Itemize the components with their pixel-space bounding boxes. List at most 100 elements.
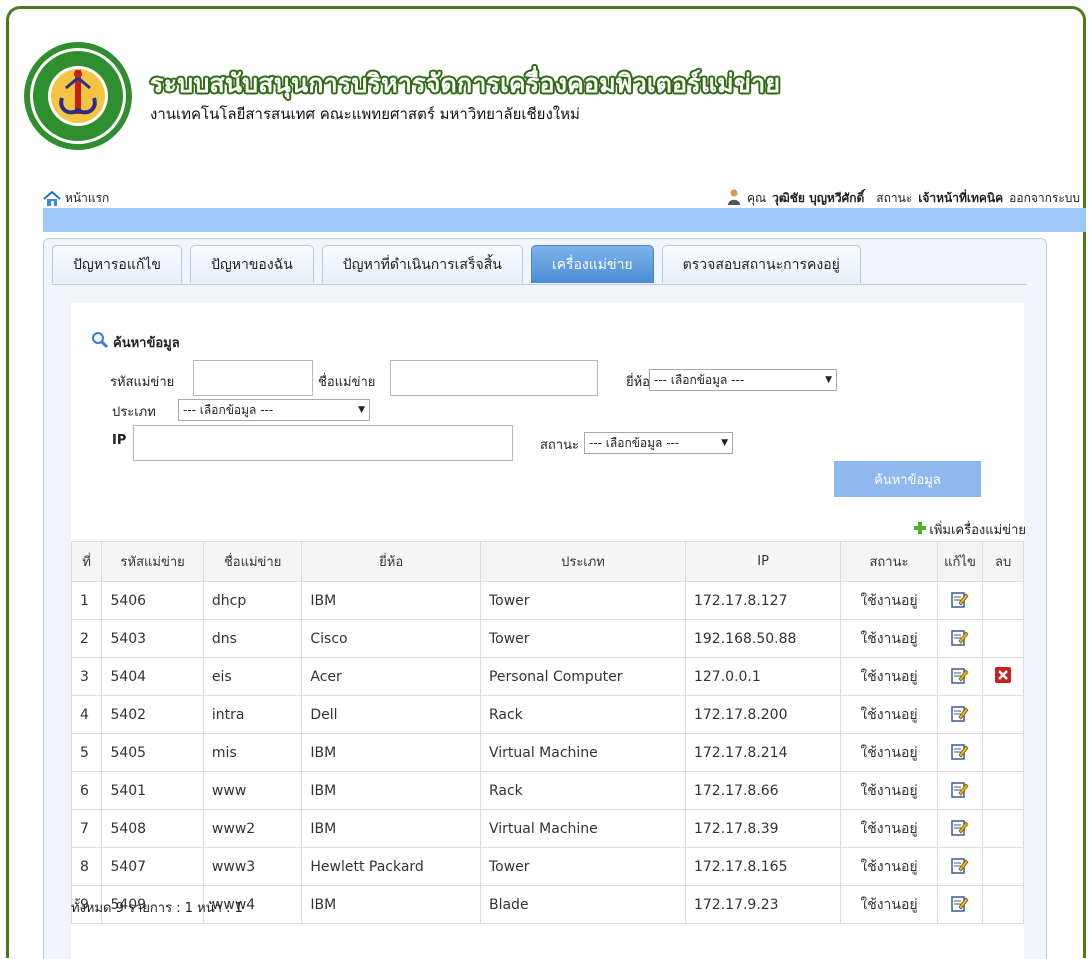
server-status: ใช้งานอยู่	[840, 695, 938, 734]
server-ip: 127.0.0.1	[684, 657, 842, 696]
server-brand: IBM	[301, 771, 481, 810]
edit-cell	[936, 771, 984, 810]
banner-bar	[43, 208, 1086, 232]
table-row: 2 5403 dns Cisco Tower 192.168.50.88 ใช้งานอยู…	[70, 619, 1024, 658]
status-select-value: --- เลือกข้อมูล ---	[589, 435, 680, 450]
tab-label: ปัญหารอแก้ไข	[73, 256, 161, 273]
server-content: ค้นหาข้อมูล รหัสแม่ข่าย ชื่อแม่ข่าย ยี่ห…	[70, 303, 1026, 959]
table-row: 6 5401 www IBM Rack 172.17.8.66 ใช้งานอยู่	[70, 771, 1024, 810]
server-status: ใช้งานอยู่	[840, 733, 938, 772]
add-server-label[interactable]: เพิ่มเครื่องแม่ข่าย	[929, 519, 1026, 540]
ip-input[interactable]	[133, 425, 513, 461]
user-prefix: คุณ	[746, 191, 767, 205]
edit-icon[interactable]	[951, 894, 969, 916]
server-ip: 172.17.8.39	[684, 809, 842, 848]
table-header-row: ที่ รหัสแม่ข่าย ชื่อแม่ข่าย ยี่ห้อ ประเภ…	[70, 541, 1024, 582]
server-name: www2	[202, 809, 303, 848]
server-name: dns	[202, 619, 303, 658]
col-code-header: รหัสแม่ข่าย	[101, 541, 204, 582]
delete-cell	[982, 695, 1024, 734]
server-code-input[interactable]	[193, 360, 313, 396]
server-ip: 192.168.50.88	[684, 619, 842, 658]
tab-my-problems[interactable]: ปัญหาของฉัน	[189, 245, 314, 283]
server-status: ใช้งานอยู่	[840, 581, 938, 620]
server-ip: 172.17.8.66	[684, 771, 842, 810]
server-status: ใช้งานอยู่	[840, 619, 938, 658]
status-select[interactable]: --- เลือกข้อมูล --- ▼	[584, 432, 733, 454]
table-row: 7 5408 www2 IBM Virtual Machine 172.17.8.39 ใช…	[70, 809, 1024, 848]
edit-icon[interactable]	[951, 704, 969, 726]
server-brand: IBM	[301, 885, 481, 924]
type-label: ประเภท	[112, 405, 156, 420]
server-code: 5403	[101, 619, 204, 658]
delete-cell	[982, 657, 1024, 696]
home-link[interactable]: หน้าแรก	[43, 189, 109, 208]
server-type: Tower	[479, 847, 686, 886]
server-ip: 172.17.8.200	[684, 695, 842, 734]
edit-cell	[936, 885, 984, 924]
server-name: intra	[202, 695, 303, 734]
edit-icon[interactable]	[951, 666, 969, 688]
delete-icon[interactable]	[994, 666, 1012, 688]
server-code-label: รหัสแม่ข่าย	[110, 375, 175, 390]
server-type: Rack	[479, 771, 686, 810]
row-no: 1	[70, 581, 103, 620]
server-code: 5407	[101, 847, 204, 886]
server-type: Virtual Machine	[479, 733, 686, 772]
edit-icon[interactable]	[951, 628, 969, 650]
delete-cell	[982, 581, 1024, 620]
edit-icon[interactable]	[951, 818, 969, 840]
col-edit-header: แก้ไข	[936, 541, 984, 582]
user-role: เจ้าหน้าที่เทคนิค	[918, 191, 1004, 205]
edit-icon[interactable]	[951, 742, 969, 764]
page-title: ระบบสนับสนุนการบริหารจัดการเครื่องคอมพิว…	[150, 69, 781, 98]
delete-cell	[982, 847, 1024, 886]
brand-select[interactable]: --- เลือกข้อมูล --- ▼	[649, 369, 837, 391]
delete-cell	[982, 619, 1024, 658]
col-no-header: ที่	[70, 541, 103, 582]
server-type: Blade	[479, 885, 686, 924]
server-code: 5402	[101, 695, 204, 734]
chevron-down-icon: ▼	[358, 405, 365, 415]
top-bar: หน้าแรก คุณ วุฒิชัย บุญหวีศักดิ์ สถานะ เ…	[43, 185, 1086, 207]
col-name-header: ชื่อแม่ข่าย	[202, 541, 303, 582]
logout-link[interactable]: ออกจากระบบ	[1009, 189, 1080, 208]
chevron-down-icon: ▼	[721, 438, 728, 448]
user-icon	[727, 189, 741, 208]
server-code: 5406	[101, 581, 204, 620]
tab-servers[interactable]: เครื่องแม่ข่าย	[530, 245, 654, 283]
server-name: mis	[202, 733, 303, 772]
add-server-link[interactable]: เพิ่มเครื่องแม่ข่าย	[914, 519, 1026, 540]
col-brand-header: ยี่ห้อ	[301, 541, 481, 582]
home-label[interactable]: หน้าแรก	[65, 189, 109, 208]
type-select[interactable]: --- เลือกข้อมูล --- ▼	[178, 399, 370, 421]
search-button[interactable]: ค้นหาข้อมูล	[834, 461, 981, 497]
tab-completed-problems[interactable]: ปัญหาที่ดำเนินการเสร็จสิ้น	[321, 245, 523, 283]
col-type-header: ประเภท	[479, 541, 686, 582]
edit-cell	[936, 695, 984, 734]
server-name-input[interactable]	[390, 360, 598, 396]
col-ip-header: IP	[684, 541, 842, 582]
brand-label: ยี่ห้อ	[626, 375, 650, 390]
server-status: ใช้งานอยู่	[840, 809, 938, 848]
tab-pending-problems[interactable]: ปัญหารอแก้ไข	[52, 245, 182, 283]
server-status: ใช้งานอยู่	[840, 657, 938, 696]
edit-icon[interactable]	[951, 780, 969, 802]
row-no: 2	[70, 619, 103, 658]
table-row: 5 5405 mis IBM Virtual Machine 172.17.8.214 ใช…	[70, 733, 1024, 772]
server-status: ใช้งานอยู่	[840, 847, 938, 886]
row-no: 6	[70, 771, 103, 810]
edit-icon[interactable]	[951, 590, 969, 612]
server-type: Tower	[479, 619, 686, 658]
server-table: ที่ รหัสแม่ข่าย ชื่อแม่ข่าย ยี่ห้อ ประเภ…	[70, 541, 1024, 924]
server-brand: Acer	[301, 657, 481, 696]
tab-label: ตรวจสอบสถานะการคงอยู่	[682, 256, 840, 273]
tab-availability-check[interactable]: ตรวจสอบสถานะการคงอยู่	[661, 245, 861, 283]
search-heading-label: ค้นหาข้อมูล	[113, 335, 180, 351]
server-brand: Hewlett Packard	[301, 847, 481, 886]
edit-icon[interactable]	[951, 856, 969, 878]
edit-cell	[936, 733, 984, 772]
home-icon	[43, 190, 61, 207]
delete-cell	[982, 885, 1024, 924]
tab-label: ปัญหาของฉัน	[210, 256, 293, 273]
